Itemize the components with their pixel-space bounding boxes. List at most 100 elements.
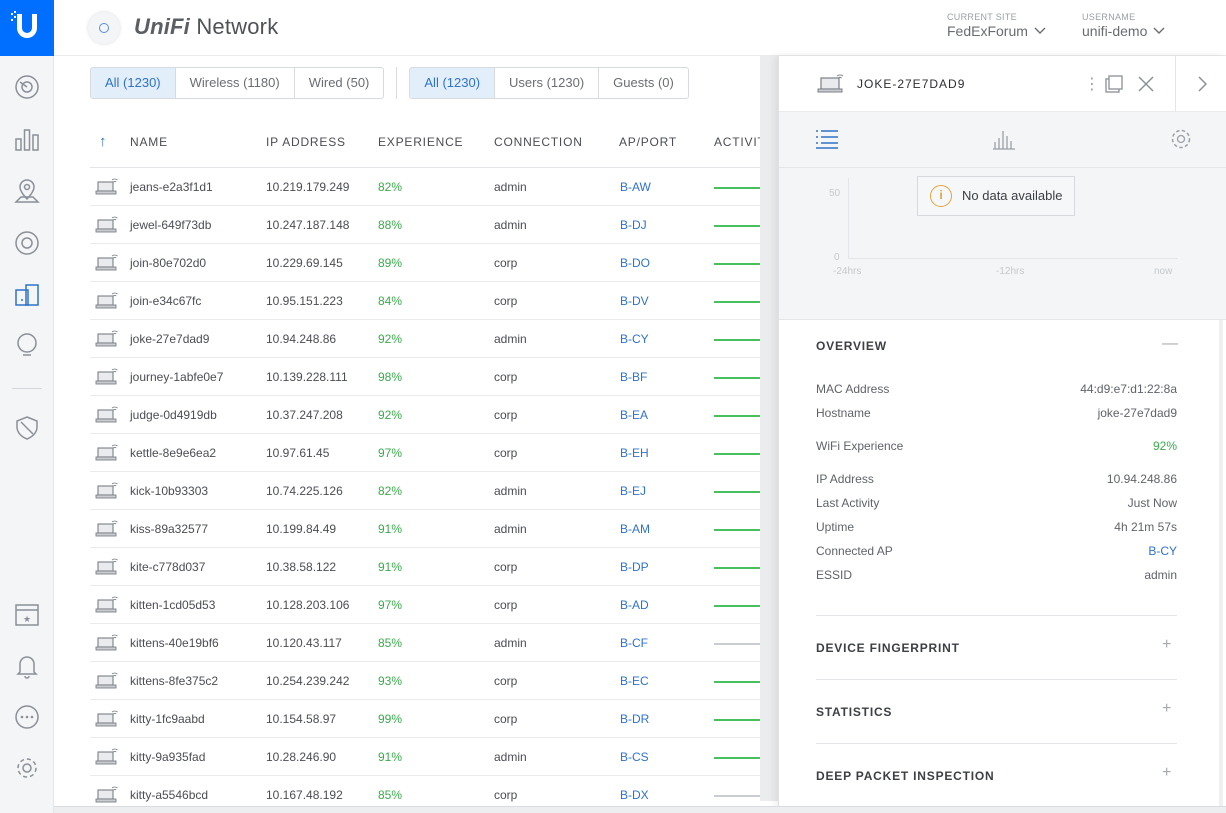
col-name[interactable]: NAME <box>130 135 168 149</box>
panel-scrollbar[interactable] <box>1219 320 1223 807</box>
client-ap-link[interactable]: B-AD <box>620 598 649 612</box>
client-name[interactable]: kitten-1cd05d53 <box>130 598 215 612</box>
expand-icon[interactable]: + <box>1162 764 1171 782</box>
client-ap-link[interactable]: B-EJ <box>620 484 646 498</box>
table-row[interactable]: joke-27e7dad9 10.94.248.86 92% admin B-CY <box>90 320 804 358</box>
client-name[interactable]: kitty-a5546bcd <box>130 788 208 802</box>
client-ap-link[interactable]: B-EH <box>620 446 649 460</box>
table-row[interactable]: kiss-89a32577 10.199.84.49 91% admin B-AM <box>90 510 804 548</box>
filter-users[interactable]: Users (1230) <box>495 68 600 98</box>
table-row[interactable]: kick-10b93303 10.74.225.126 82% admin B-EJ <box>90 472 804 510</box>
ubiquiti-logo[interactable] <box>0 0 54 56</box>
filter-all-groups[interactable]: All (1230) <box>410 68 496 98</box>
client-ap-link[interactable]: B-BF <box>620 370 647 384</box>
field-value: Just Now <box>1127 496 1177 510</box>
client-ap-link[interactable]: B-AW <box>620 180 651 194</box>
table-row[interactable]: kittens-8fe375c2 10.254.239.242 93% corp B-E… <box>90 662 804 700</box>
user-selector[interactable]: USERNAME unifi-demo <box>1082 12 1165 39</box>
popout-icon[interactable] <box>1105 75 1123 93</box>
nav-settings[interactable] <box>13 754 41 782</box>
nav-map[interactable] <box>13 177 41 205</box>
table-row[interactable]: join-e34c67fc 10.95.151.223 84% corp B-DV <box>90 282 804 320</box>
filter-all-types[interactable]: All (1230) <box>91 68 176 98</box>
client-ap-link[interactable]: B-AM <box>620 522 650 536</box>
client-name[interactable]: journey-1abfe0e7 <box>130 370 223 384</box>
client-name[interactable]: judge-0d4919db <box>130 408 217 422</box>
client-name[interactable]: kittens-40e19bf6 <box>130 636 219 650</box>
client-ap-link[interactable]: B-EA <box>620 408 648 422</box>
client-ap-link[interactable]: B-CY <box>620 332 649 346</box>
client-ap-link[interactable]: B-DV <box>620 294 649 308</box>
table-row[interactable]: kitty-1fc9aabd 10.154.58.97 99% corp B-DR <box>90 700 804 738</box>
client-ap-link[interactable]: B-DJ <box>620 218 647 232</box>
bottom-scrollbar[interactable] <box>54 806 1226 813</box>
group-filter: All (1230) Users (1230) Guests (0) <box>409 67 689 99</box>
table-row[interactable]: journey-1abfe0e7 10.139.228.111 98% corp B-B… <box>90 358 804 396</box>
client-name[interactable]: kettle-8e9e6ea2 <box>130 446 216 460</box>
client-ap-link[interactable]: B-EC <box>620 674 649 688</box>
table-row[interactable]: kittens-40e19bf6 10.120.43.117 85% admin B-C… <box>90 624 804 662</box>
chevron-right-icon[interactable] <box>1197 76 1207 92</box>
expand-icon[interactable]: + <box>1162 700 1171 718</box>
site-selector[interactable]: CURRENT SITE FedExForum <box>947 12 1046 39</box>
client-name[interactable]: joke-27e7dad9 <box>130 332 209 346</box>
client-name[interactable]: jewel-649f73db <box>130 218 211 232</box>
more-options-icon[interactable]: ⋮ <box>1084 74 1100 94</box>
expand-icon[interactable]: + <box>1162 636 1171 654</box>
client-ap-link[interactable]: B-CF <box>620 636 648 650</box>
table-row[interactable]: join-80e702d0 10.229.69.145 89% corp B-DO <box>90 244 804 282</box>
table-row[interactable]: jewel-649f73db 10.247.187.148 88% admin B-DJ <box>90 206 804 244</box>
client-ap-link[interactable]: B-DO <box>620 256 650 270</box>
col-experience[interactable]: EXPERIENCE <box>378 135 463 149</box>
client-ap-link[interactable]: B-DR <box>620 712 649 726</box>
nav-clients[interactable] <box>13 281 41 309</box>
filter-wireless[interactable]: Wireless (1180) <box>176 68 295 98</box>
table-row[interactable]: judge-0d4919db 10.37.247.208 92% corp B-EA <box>90 396 804 434</box>
nav-statistics[interactable] <box>13 125 41 153</box>
client-name[interactable]: kitty-9a935fad <box>130 750 205 764</box>
filter-guests[interactable]: Guests (0) <box>599 68 688 98</box>
client-name[interactable]: jeans-e2a3f1d1 <box>130 180 213 194</box>
nav-devices[interactable] <box>13 229 41 257</box>
client-name[interactable]: kittens-8fe375c2 <box>130 674 218 688</box>
col-connection[interactable]: CONNECTION <box>494 135 583 149</box>
close-icon[interactable] <box>1138 76 1154 92</box>
settings-gear-icon[interactable] <box>1170 128 1192 150</box>
chevron-down-icon <box>1153 27 1165 34</box>
table-row[interactable]: kitten-1cd05d53 10.128.203.106 97% corp B-AD <box>90 586 804 624</box>
nav-support-chat[interactable] <box>13 704 41 732</box>
network-app-icon[interactable] <box>88 12 120 44</box>
client-name[interactable]: kick-10b93303 <box>130 484 208 498</box>
client-name[interactable]: kiss-89a32577 <box>130 522 208 536</box>
client-ap-link[interactable]: B-DX <box>620 788 649 802</box>
client-ap-link[interactable]: B-CS <box>620 750 649 764</box>
field-value[interactable]: B-CY <box>1148 544 1177 558</box>
nav-insights[interactable] <box>13 331 41 359</box>
client-name[interactable]: kite-c778d037 <box>130 560 205 574</box>
filter-wired[interactable]: Wired (50) <box>295 68 384 98</box>
nav-events[interactable]: ★ <box>13 600 41 628</box>
client-name[interactable]: join-e34c67fc <box>130 294 201 308</box>
table-row[interactable]: jeans-e2a3f1d1 10.219.179.249 82% admin B-AW <box>90 168 804 206</box>
col-ip-address[interactable]: IP ADDRESS <box>266 135 346 149</box>
collapse-icon[interactable]: — <box>1162 335 1178 353</box>
details-list-icon[interactable] <box>815 129 839 149</box>
client-name[interactable]: join-80e702d0 <box>130 256 206 270</box>
nav-dashboard[interactable] <box>13 73 41 101</box>
device-fingerprint-title[interactable]: DEVICE FINGERPRINT <box>816 641 960 655</box>
client-name[interactable]: kitty-1fc9aabd <box>130 712 205 726</box>
nav-threat-management[interactable] <box>13 414 41 442</box>
client-ap-link[interactable]: B-DP <box>620 560 649 574</box>
table-row[interactable]: kite-c778d037 10.38.58.122 91% corp B-DP <box>90 548 804 586</box>
laptop-wifi-icon <box>95 254 118 271</box>
statistics-title[interactable]: STATISTICS <box>816 705 892 719</box>
client-ip: 10.254.239.242 <box>266 674 350 688</box>
table-row[interactable]: kettle-8e9e6ea2 10.97.61.45 97% corp B-EH <box>90 434 804 472</box>
sort-ascending-icon[interactable]: ↑ <box>99 133 107 150</box>
top-header: UniFi Network CURRENT SITE FedExForum US… <box>54 0 1226 56</box>
nav-alerts[interactable] <box>13 652 41 680</box>
deep-packet-inspection-title[interactable]: DEEP PACKET INSPECTION <box>816 769 995 783</box>
table-row[interactable]: kitty-9a935fad 10.28.246.90 91% admin B-CS <box>90 738 804 776</box>
statistics-chart-icon[interactable] <box>993 128 1015 150</box>
col-ap-port[interactable]: AP/PORT <box>619 135 677 149</box>
